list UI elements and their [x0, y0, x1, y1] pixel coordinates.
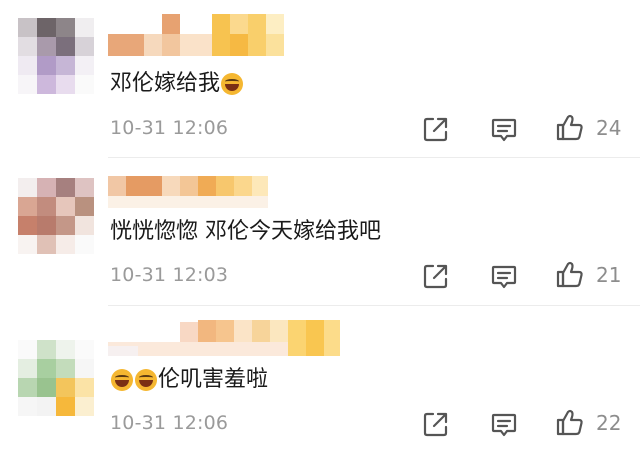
avatar[interactable] [18, 18, 94, 94]
share-icon[interactable] [422, 115, 450, 143]
comment-text-body: 邓伦嫁给我 [110, 71, 221, 96]
thumbs-up-icon[interactable] [556, 113, 584, 141]
like-count: 24 [596, 116, 622, 140]
thumbs-up-icon[interactable] [556, 260, 584, 288]
tears-of-joy-icon [135, 369, 157, 391]
comment-icon[interactable] [490, 262, 518, 290]
share-icon[interactable] [422, 262, 450, 290]
comment-icon[interactable] [490, 410, 518, 438]
comment-timestamp: 10-31 12:06 [110, 117, 229, 139]
comment-item: 恍恍惚惚 邓伦今天嫁给我吧 10-31 12:03 21 [0, 158, 640, 306]
comment-item: 邓伦嫁给我 10-31 12:06 24 [0, 0, 640, 158]
username-blurred[interactable] [108, 14, 288, 56]
comment-item: 伦叽害羞啦 10-31 12:06 22 [0, 306, 640, 454]
comment-text: 恍恍惚惚 邓伦今天嫁给我吧 [110, 218, 381, 246]
share-icon[interactable] [422, 410, 450, 438]
like-count: 22 [596, 411, 622, 435]
comment-text: 邓伦嫁给我 [110, 70, 244, 98]
comment-timestamp: 10-31 12:06 [110, 412, 229, 434]
comment-icon[interactable] [490, 115, 518, 143]
laughing-face-icon [221, 73, 244, 95]
comment-text-body: 恍恍惚惚 邓伦今天嫁给我吧 [110, 219, 381, 244]
comment-timestamp: 10-31 12:03 [110, 264, 229, 286]
like-count: 21 [596, 263, 622, 287]
username-blurred[interactable] [108, 320, 340, 362]
comment-text: 伦叽害羞啦 [110, 366, 268, 394]
comment-text-body: 伦叽害羞啦 [158, 367, 269, 392]
avatar[interactable] [18, 340, 94, 416]
avatar[interactable] [18, 178, 94, 254]
tears-of-joy-icon [111, 369, 133, 391]
thumbs-up-icon[interactable] [556, 408, 584, 436]
username-blurred[interactable] [108, 176, 268, 218]
